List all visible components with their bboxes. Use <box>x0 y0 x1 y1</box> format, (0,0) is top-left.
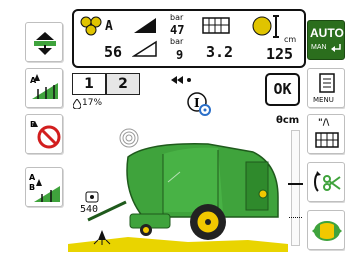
pressure-bottom-unit: bar <box>170 37 184 46</box>
pressure-top-unit: bar <box>170 13 184 22</box>
pickup-a-up-button[interactable]: A <box>25 68 63 108</box>
svg-text:A: A <box>29 173 36 182</box>
pto-speed-value: 540 <box>80 204 99 215</box>
pickup-b-off-button[interactable]: B <box>25 114 63 154</box>
wrap-direction-button[interactable] <box>307 210 345 250</box>
pickup-ab-button[interactable]: A B <box>25 167 63 207</box>
bale-count-value: 56 <box>104 43 123 61</box>
moisture-icon <box>73 99 81 109</box>
man-label: MAN <box>311 44 327 51</box>
pickup-ab-icon: A B <box>29 173 60 202</box>
svg-text:B: B <box>29 183 35 192</box>
net-roll-settings-icon <box>315 132 339 148</box>
svg-text:I: I <box>194 96 200 110</box>
diameter-scale-bar <box>288 130 303 246</box>
auto-man-toggle-button[interactable]: AUTO MAN <box>307 20 345 60</box>
baler-machine-graphic <box>68 128 288 252</box>
net-turns-group: 3.2 <box>194 14 248 64</box>
diameter-marker-min <box>289 217 302 218</box>
net-roll-icon <box>202 17 230 34</box>
bale-count-group: A 56 <box>78 14 128 64</box>
net-settings-button[interactable]: "/\ <box>307 114 345 154</box>
pickup-raise-button[interactable] <box>25 22 63 62</box>
return-arrow-icon <box>331 44 341 52</box>
bale-diameter-unit: cm <box>284 35 297 44</box>
bale-diameter-value: 125 <box>266 45 294 63</box>
menu-label: MENU <box>313 96 334 104</box>
auto-label: AUTO <box>310 26 344 40</box>
bale-diameter-group: cm 125 <box>250 14 304 64</box>
tab-1[interactable]: 1 <box>72 73 106 95</box>
pickup-up-icon: A <box>30 74 58 99</box>
pressure-top-value: 47 <box>170 23 185 37</box>
pressure-bottom-value: 9 <box>176 48 184 62</box>
net-roll-spiral-icon <box>119 128 139 148</box>
double-arrow-icon <box>312 221 342 241</box>
net-turns-value: 3.2 <box>206 43 234 61</box>
moisture-value: 17% <box>82 98 103 108</box>
status-bar: A 56 bar 47 bar 9 3.2 cm 125 <box>72 9 306 68</box>
bale-count-label: A <box>105 19 113 34</box>
menu-button[interactable]: MENU <box>307 68 345 108</box>
knife-button[interactable] <box>307 162 345 202</box>
tab-2[interactable]: 2 <box>106 73 140 95</box>
pressure-icon <box>132 18 157 57</box>
info-settings-icon[interactable]: I <box>186 91 212 117</box>
bales-icon <box>80 16 102 36</box>
diameter-marker <box>288 183 303 185</box>
pto-icon <box>85 191 99 203</box>
knife-cutting-icon <box>314 171 341 192</box>
bale-diameter-icon <box>252 15 279 38</box>
pickup-icon <box>34 32 56 55</box>
page-arrows-icon[interactable] <box>171 75 195 85</box>
pressure-group: bar 47 bar 9 <box>130 14 192 64</box>
no-entry-icon: B <box>30 120 61 149</box>
ok-button[interactable]: OK <box>265 73 300 106</box>
